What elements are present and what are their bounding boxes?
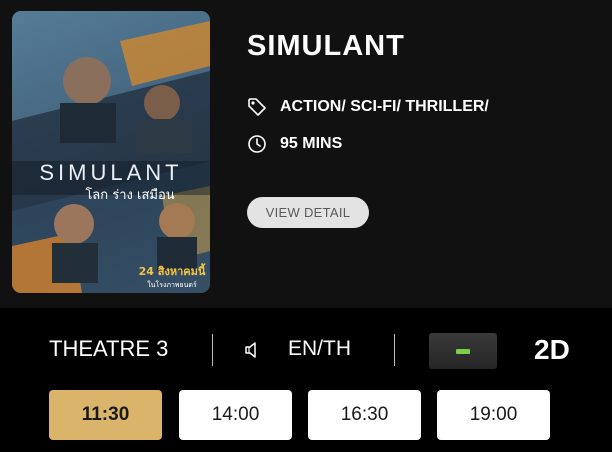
movie-title: SIMULANT: [247, 30, 405, 62]
format-label: 2D: [534, 334, 570, 365]
poster-thai-title: โลก ร่าง เสมือน: [85, 187, 174, 203]
movie-card: SIMULANT โลก ร่าง เสมือน 24 สิงหาคมนี้ ใ…: [0, 0, 612, 308]
tag-icon: [247, 97, 267, 117]
genre-text: ACTION/ SCI-FI/ THRILLER/: [280, 98, 489, 115]
showtime-button-selected[interactable]: 11:30: [49, 390, 162, 440]
audio-language: EN/TH: [288, 337, 351, 360]
duration-text: 95 MINS: [280, 135, 343, 152]
divider: [394, 334, 395, 366]
poster-artwork: SIMULANT โลก ร่าง เสมือน 24 สิงหาคมนี้ ใ…: [12, 11, 210, 293]
clock-icon: [247, 134, 267, 154]
showtime-button[interactable]: 16:30: [308, 390, 421, 440]
divider: [212, 334, 213, 366]
session-info-bar: THEATRE 3 EN/TH 2D: [0, 320, 612, 380]
duration-row: 95 MINS: [247, 134, 342, 154]
showtime-list: 11:30 14:00 16:30 19:00: [0, 390, 612, 440]
format-badge: [429, 333, 497, 369]
genre-row: ACTION/ SCI-FI/ THRILLER/: [247, 97, 489, 117]
poster-release-note: ในโรงภาพยนตร์: [147, 280, 197, 289]
poster-release-date: 24 สิงหาคมนี้: [139, 263, 206, 278]
view-detail-button[interactable]: VIEW DETAIL: [247, 197, 369, 228]
speaker-icon: [243, 340, 263, 360]
showtime-button[interactable]: 14:00: [179, 390, 292, 440]
theatre-label: THEATRE 3: [49, 336, 169, 361]
poster-title-text: SIMULANT: [39, 160, 182, 185]
movie-poster[interactable]: SIMULANT โลก ร่าง เสมือน 24 สิงหาคมนี้ ใ…: [12, 11, 210, 293]
showtime-button[interactable]: 19:00: [437, 390, 550, 440]
dash-icon: [456, 348, 470, 354]
